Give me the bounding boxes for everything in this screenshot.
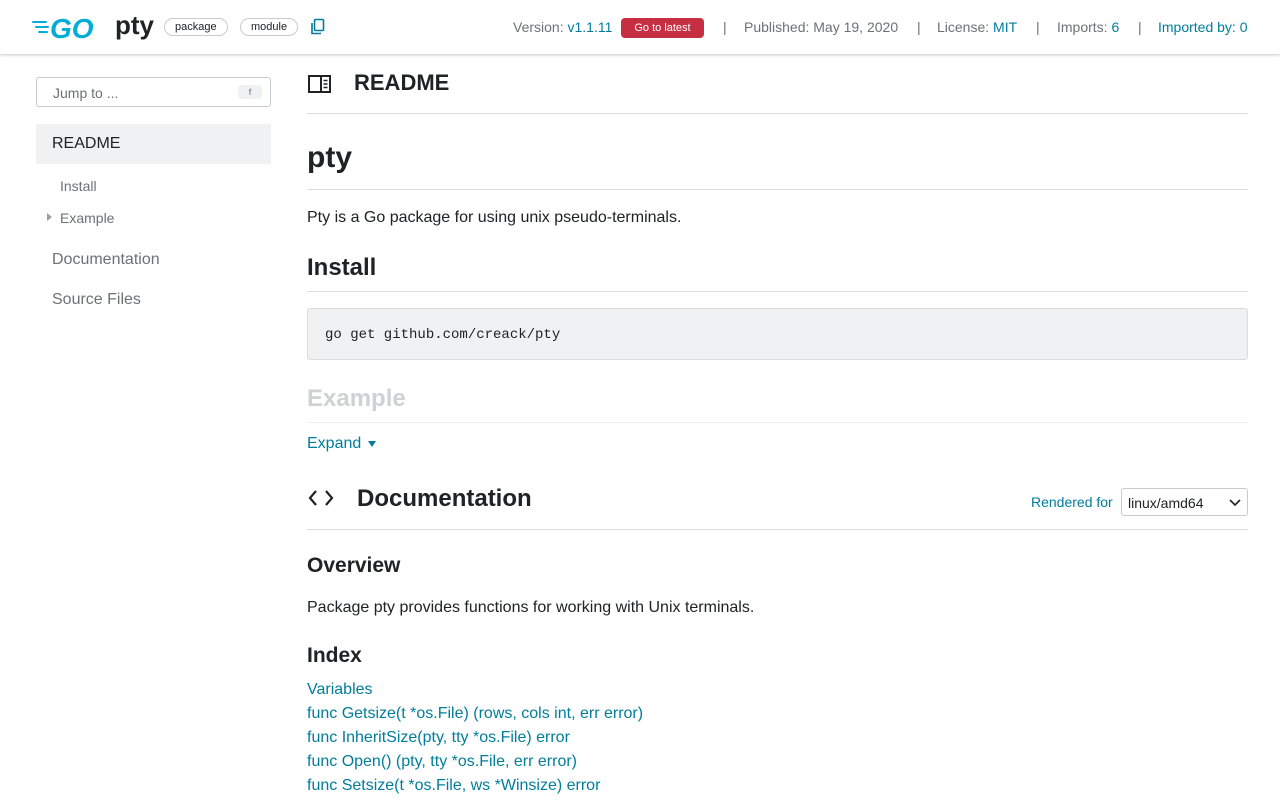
index-link-variables[interactable]: Variables xyxy=(307,681,373,699)
chevron-down-icon xyxy=(1229,499,1241,507)
sidebar-item-label: README xyxy=(52,135,121,152)
index-link-setsize[interactable]: func Setsize(t *os.File, ws *Winsize) er… xyxy=(307,777,600,795)
sidebar-item-readme[interactable]: README xyxy=(36,124,271,164)
sidebar-item-documentation[interactable]: Documentation xyxy=(52,251,160,269)
jump-placeholder: Jump to ... xyxy=(53,85,119,101)
license-label: License: xyxy=(937,19,990,35)
documentation-heading: Documentation xyxy=(357,485,532,512)
divider xyxy=(307,189,1248,190)
imported-by-link[interactable]: Imported by: 0 xyxy=(1158,19,1248,35)
rendered-for-label: Rendered for xyxy=(1031,494,1113,510)
imports-label: Imports: xyxy=(1057,19,1108,35)
package-name: pty xyxy=(115,10,154,40)
platform-select[interactable]: linux/amd64 xyxy=(1121,488,1248,516)
index-heading: Index xyxy=(307,644,362,667)
example-heading: Example xyxy=(307,385,406,412)
caret-right-icon[interactable] xyxy=(47,213,52,221)
keyboard-shortcut-hint: f xyxy=(238,85,262,99)
top-header: GO pty package module Version: v1.1.11 G… xyxy=(0,0,1280,55)
imports-info: Imports: 6 xyxy=(1057,19,1119,35)
readme-icon[interactable] xyxy=(308,75,331,93)
module-badge: module xyxy=(240,18,299,36)
install-command: go get github.com/creack/pty xyxy=(325,327,561,343)
separator: | xyxy=(917,19,921,35)
code-brackets-icon[interactable] xyxy=(308,488,334,508)
svg-text:GO: GO xyxy=(50,13,94,42)
readme-title: pty xyxy=(307,141,352,174)
install-code-block: go get github.com/creack/pty xyxy=(307,308,1248,360)
install-heading: Install xyxy=(307,254,377,281)
sidebar-item-install[interactable]: Install xyxy=(60,178,97,194)
jump-to-input[interactable]: Jump to ... f xyxy=(36,77,271,107)
platform-value: linux/amd64 xyxy=(1128,495,1204,511)
go-logo[interactable]: GO xyxy=(32,12,107,42)
divider xyxy=(307,422,1248,423)
readme-description: Pty is a Go package for using unix pseud… xyxy=(307,209,682,226)
license-link[interactable]: MIT xyxy=(993,19,1017,35)
version-link[interactable]: v1.1.11 xyxy=(567,19,612,35)
copy-icon[interactable] xyxy=(310,18,326,36)
index-link-inheritsize[interactable]: func InheritSize(pty, tty *os.File) erro… xyxy=(307,729,570,747)
license-info: License: MIT xyxy=(937,19,1017,35)
imports-link[interactable]: 6 xyxy=(1111,19,1119,35)
caret-down-icon[interactable] xyxy=(368,441,376,447)
go-to-latest-button[interactable]: Go to latest xyxy=(621,18,704,38)
version-info: Version: v1.1.11 xyxy=(513,19,612,35)
divider xyxy=(307,529,1248,530)
readme-heading: README xyxy=(354,70,450,95)
separator: | xyxy=(1036,19,1040,35)
sidebar-item-example[interactable]: Example xyxy=(60,210,114,226)
package-badge: package xyxy=(164,18,228,36)
expand-button[interactable]: Expand xyxy=(307,435,361,453)
sidebar-item-source-files[interactable]: Source Files xyxy=(52,291,141,309)
index-link-getsize[interactable]: func Getsize(t *os.File) (rows, cols int… xyxy=(307,705,643,723)
overview-text: Package pty provides functions for worki… xyxy=(307,599,755,616)
version-label: Version: xyxy=(513,19,564,35)
published-date: Published: May 19, 2020 xyxy=(744,19,899,35)
divider xyxy=(307,291,1248,292)
index-link-open[interactable]: func Open() (pty, tty *os.File, err erro… xyxy=(307,753,577,771)
divider xyxy=(307,113,1248,114)
overview-heading: Overview xyxy=(307,554,401,577)
separator: | xyxy=(1138,19,1142,35)
separator: | xyxy=(723,19,727,35)
